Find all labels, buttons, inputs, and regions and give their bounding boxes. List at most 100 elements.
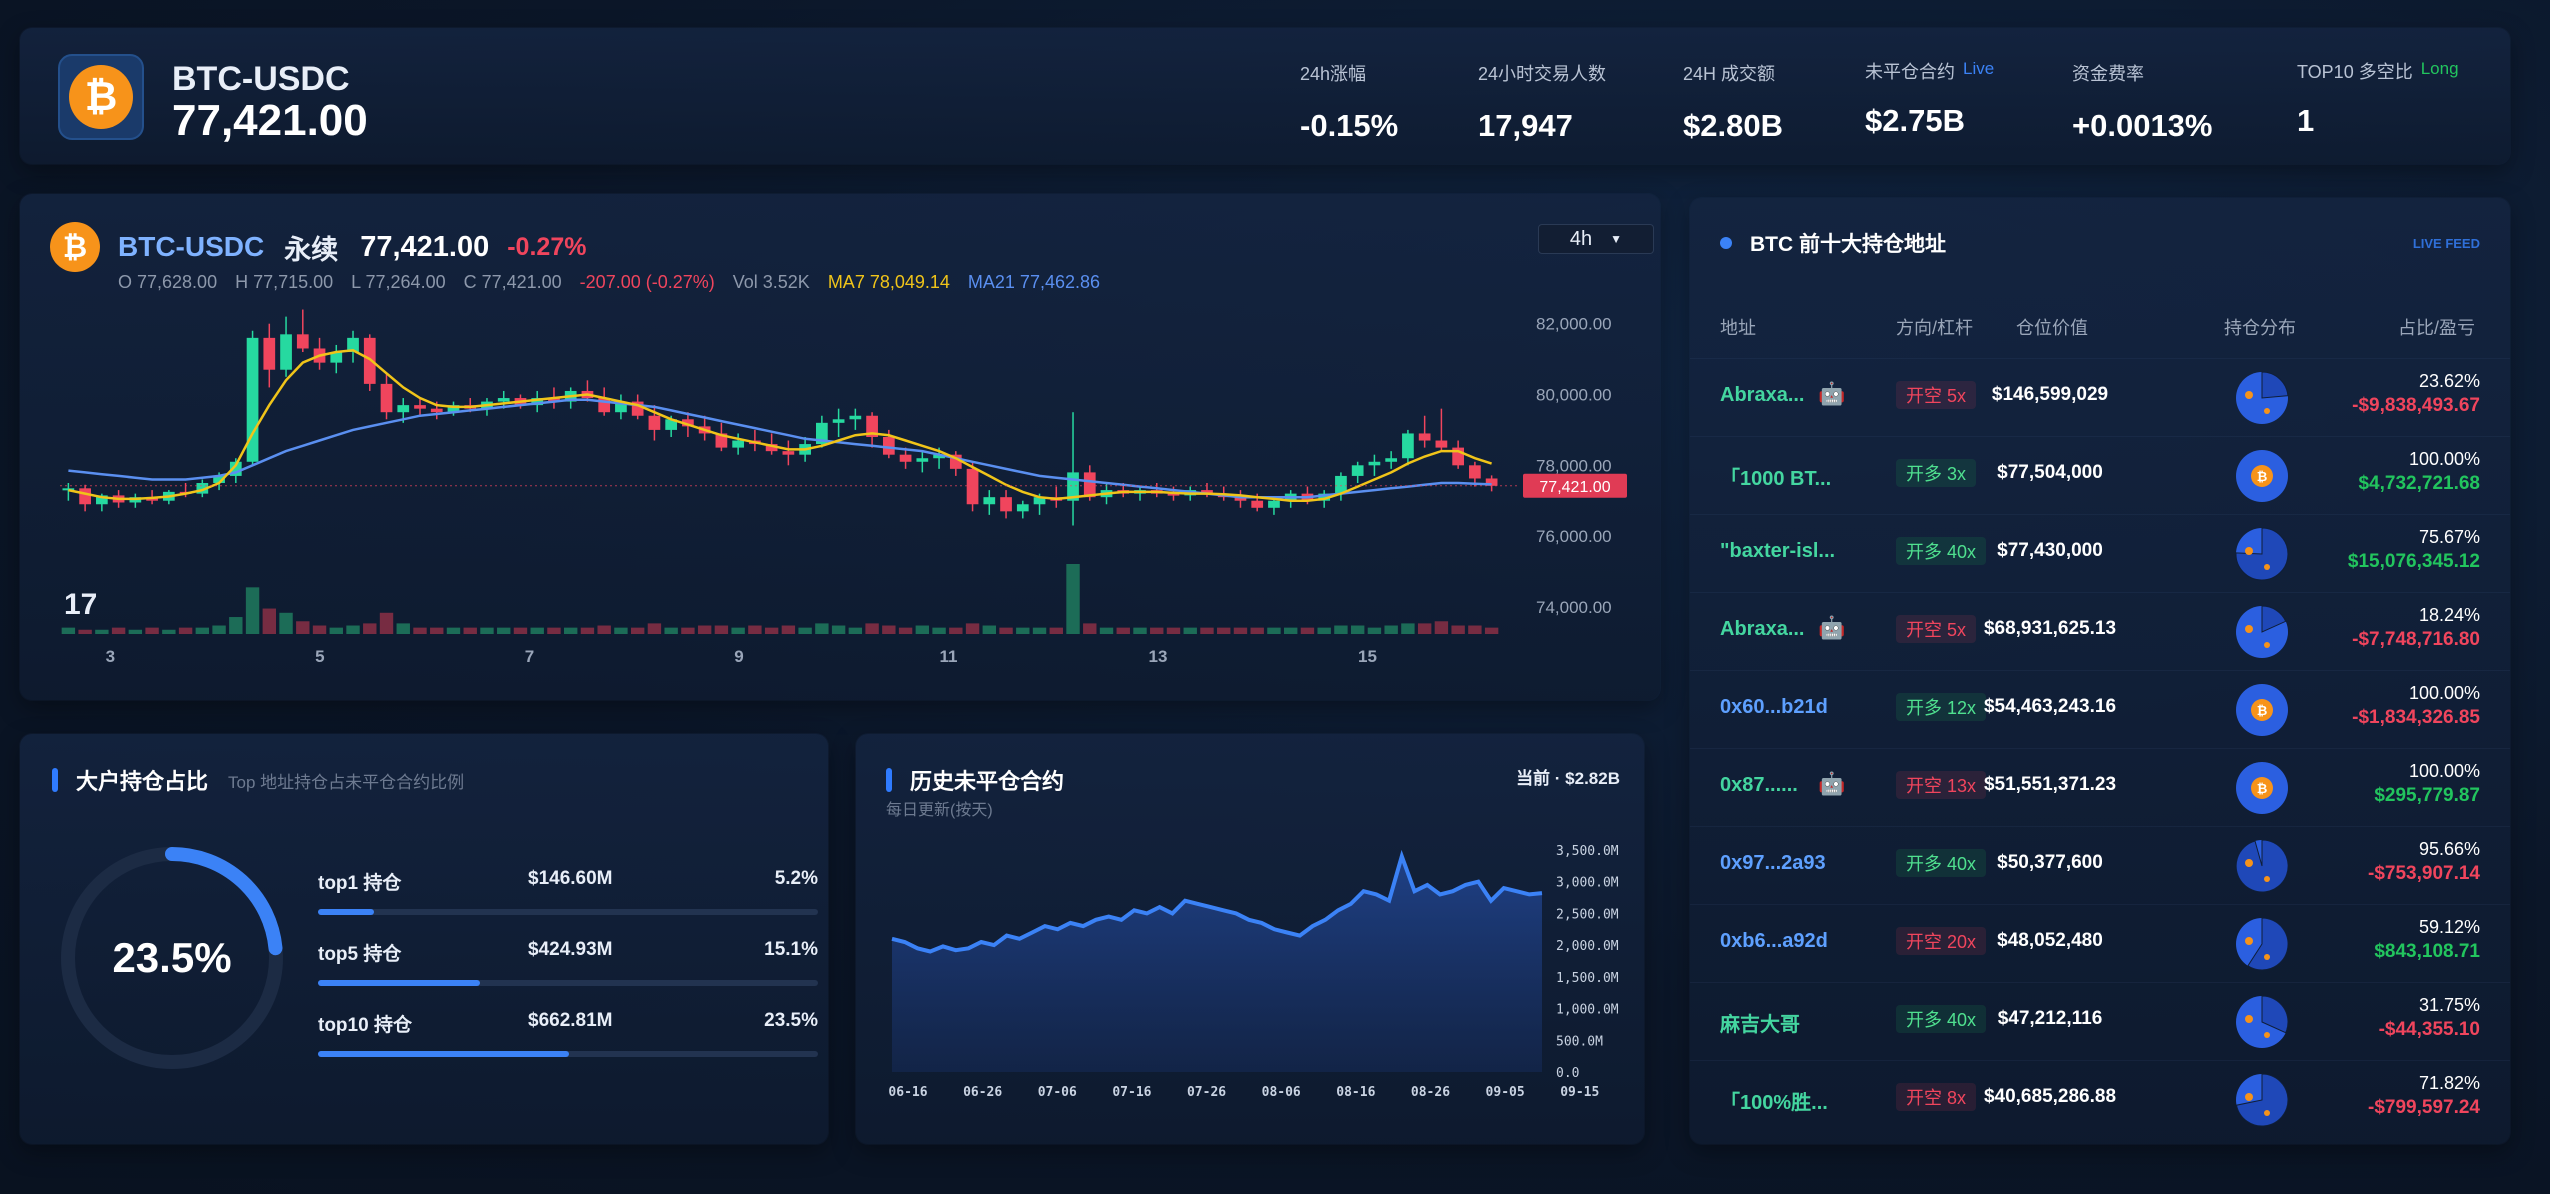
distribution-pie: ₿	[2236, 684, 2288, 736]
live-feed-badge: LIVE FEED	[2412, 236, 2480, 251]
candle-body	[1000, 497, 1012, 512]
stat-24h-volume: 24H 成交额 $2.80B	[1683, 60, 1783, 144]
volume-bar	[898, 627, 913, 634]
stat-label: TOP10 多空比	[2297, 62, 2413, 82]
volume-bar	[748, 625, 762, 634]
y-tick-label: 2,000.0M	[1556, 939, 1619, 954]
x-tick-label: 15	[1358, 647, 1377, 666]
holder-row[interactable]: 0x87...... 🤖 开空 13x $51,551,371.23 ₿ 100.00% $…	[1690, 748, 2510, 826]
volume-bar	[999, 627, 1013, 634]
holder-pnl: $843,108.71	[2374, 941, 2480, 962]
holder-row[interactable]: Abraxa... 🤖 开空 5x $146,599,029 23.62% -$9,838…	[1690, 358, 2510, 436]
tier-pct: 23.5%	[764, 1010, 818, 1031]
volume-bar	[1334, 625, 1348, 634]
holder-pnl: -$44,355.10	[2378, 1019, 2480, 1040]
volume-bar	[162, 629, 176, 634]
volume-bar	[1066, 564, 1080, 634]
volume-bar	[764, 627, 779, 634]
ratio-header: 大户持仓占比 Top 地址持仓占未平仓合约比例	[52, 764, 464, 796]
pie-slice	[2235, 839, 2289, 893]
candlestick-chart[interactable]: 82,000.00 80,000.00 78,000.00 76,000.00 74,0…	[20, 194, 1660, 700]
candle-body	[1251, 500, 1264, 508]
coin-dot	[2264, 564, 2270, 570]
accent-bar	[52, 768, 58, 792]
top-holders-panel: BTC 前十大持仓地址 LIVE FEED 地址 方向/杠杆 仓位价值 持仓分布…	[1690, 198, 2510, 1144]
x-tick-label: 08-06	[1262, 1085, 1301, 1100]
stat-24h-traders: 24小时交易人数 17,947	[1478, 60, 1606, 144]
volume-bar	[848, 627, 863, 634]
holder-row[interactable]: 「1000 BT... 开多 3x $77,504,000 ₿ 100.00% $4,73…	[1690, 436, 2510, 514]
holder-row[interactable]: 麻吉大哥 开多 40x $47,212,116 31.75% -$44,355.10	[1690, 982, 2510, 1060]
volume-bar	[312, 625, 327, 634]
position-value: $68,931,625.13	[1983, 618, 2117, 639]
distribution-pie: ₿	[2236, 762, 2288, 814]
distribution-pie	[2236, 605, 2288, 658]
x-tick-label: 07-26	[1187, 1085, 1226, 1100]
candle-body	[849, 415, 862, 420]
volume-bar	[1451, 625, 1465, 634]
holding-share: 23.62%	[2418, 371, 2480, 391]
coin-dot	[2264, 642, 2270, 648]
holder-address[interactable]: 麻吉大哥	[1720, 1008, 1800, 1037]
live-indicator: Live	[1963, 59, 1995, 78]
distribution-pie	[2236, 995, 2289, 1048]
col-address: 地址	[1720, 318, 1756, 338]
x-tick-label: 06-26	[963, 1085, 1002, 1100]
holder-address[interactable]: 0x97...2a93	[1720, 852, 1826, 875]
volume-bar	[1032, 627, 1047, 634]
volume-bar	[279, 612, 293, 634]
coin-dot	[2245, 1015, 2253, 1023]
holder-row[interactable]: "baxter-isl... 开多 40x $77,430,000 75.67% $15…	[1690, 514, 2510, 592]
volume-bar	[982, 625, 996, 634]
volume-bar	[1083, 623, 1097, 634]
volume-bar	[714, 625, 729, 634]
position-value: $47,212,116	[1997, 1008, 2103, 1029]
y-tick-label: 500.0M	[1556, 1034, 1603, 1049]
coin-dot	[2245, 1093, 2253, 1101]
holder-address[interactable]: 「100%胜...	[1720, 1086, 1828, 1115]
holder-address[interactable]: 0xb6...a92d	[1720, 930, 1828, 953]
robot-icon: 🤖	[1818, 381, 1846, 406]
holder-row[interactable]: 0x60...b21d 开多 12x $54,463,243.16 ₿ 100.00% -…	[1690, 670, 2510, 748]
distribution-pie	[2236, 371, 2289, 424]
volume-bar	[1267, 627, 1281, 634]
position-value: $77,504,000	[1997, 462, 2103, 483]
tier-top10: top10 持仓 $662.81M 23.5%	[318, 1010, 818, 1057]
position-value: $40,685,286.88	[1983, 1086, 2117, 1107]
candle-body	[1268, 500, 1280, 508]
holding-share: 100.00%	[2408, 761, 2480, 781]
volume-bar	[1116, 627, 1130, 634]
candle-body	[916, 458, 929, 462]
candle-body	[430, 408, 443, 413]
holder-pnl: -$1,834,326.85	[2352, 707, 2480, 728]
holder-address[interactable]: Abraxa...	[1720, 384, 1804, 407]
candle-body	[1368, 461, 1381, 466]
coin-dot	[2264, 954, 2270, 960]
holder-address[interactable]: Abraxa...	[1720, 618, 1804, 641]
candle-body	[1083, 472, 1096, 498]
volume-bar	[949, 627, 963, 634]
holder-row[interactable]: 「100%胜... 开空 8x $40,685,286.88 71.82% -$799,…	[1690, 1060, 2510, 1138]
pair-price: 77,421.00	[172, 96, 368, 145]
holder-row[interactable]: 0x97...2a93 开多 40x $50,377,600 95.66% -$753,…	[1690, 826, 2510, 904]
holder-row[interactable]: 0xb6...a92d 开空 20x $48,052,480 59.12% $843,1…	[1690, 904, 2510, 982]
holder-address[interactable]: 「1000 BT...	[1720, 462, 1831, 491]
oi-area-chart[interactable]: 3,500.0M 3,000.0M 2,500.0M 2,000.0M 1,500.0M…	[856, 734, 1644, 1144]
holder-row[interactable]: Abraxa... 🤖 开空 5x $68,931,625.13 18.24% -$7,7…	[1690, 592, 2510, 670]
holder-address[interactable]: "baxter-isl...	[1720, 540, 1835, 563]
tier-progress	[318, 980, 818, 986]
holders-title: BTC 前十大持仓地址	[1750, 233, 1946, 256]
coin-dot	[2245, 547, 2253, 555]
volume-bar	[614, 627, 628, 634]
tier-label: top5 持仓	[318, 944, 402, 965]
candle-body	[263, 337, 276, 370]
robot-icon: 🤖	[1818, 615, 1846, 640]
holding-share: 100.00%	[2408, 449, 2480, 469]
volume-bar	[329, 627, 343, 634]
holder-address[interactable]: 0x87......	[1720, 774, 1798, 797]
y-tick-label: 2,500.0M	[1556, 907, 1619, 922]
holder-address[interactable]: 0x60...b21d	[1720, 696, 1828, 719]
volume-bar	[882, 625, 896, 634]
volume-bar	[1484, 627, 1499, 634]
y-tick-label: 3,500.0M	[1556, 844, 1619, 859]
